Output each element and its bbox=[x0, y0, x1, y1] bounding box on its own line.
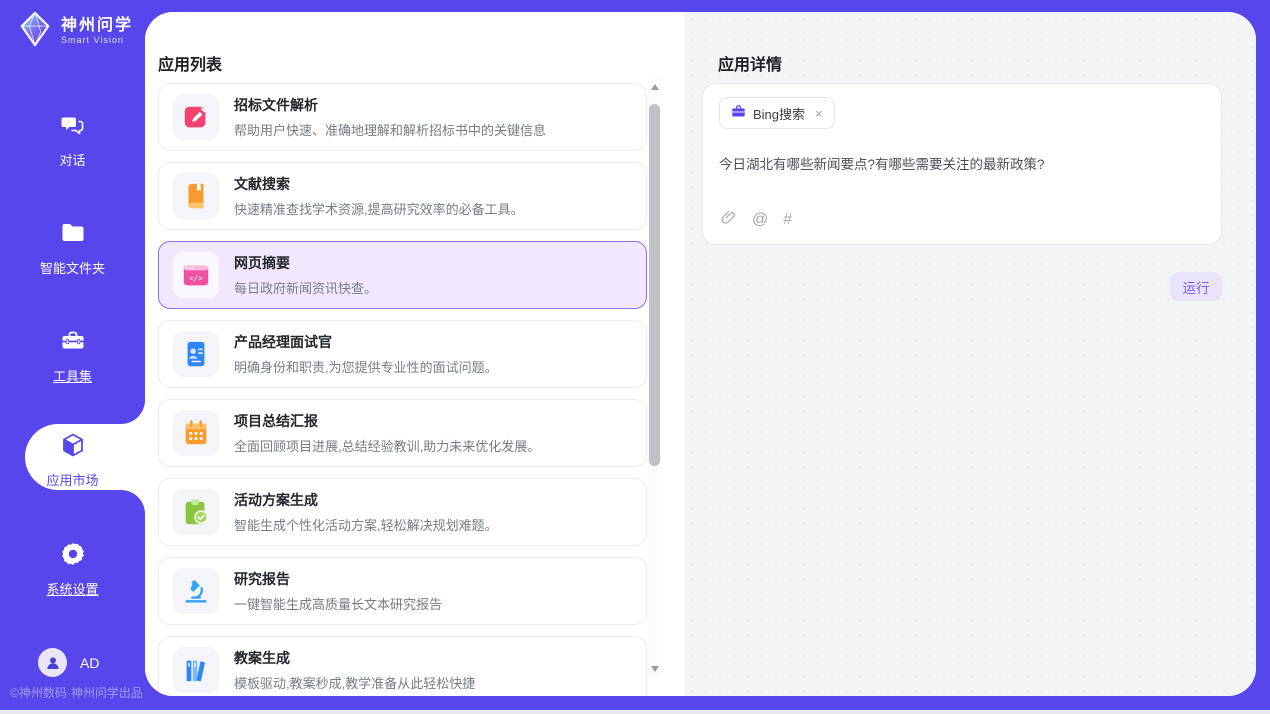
scrollbar[interactable] bbox=[648, 78, 661, 678]
app-card-desc: 每日政府新闻资讯快查。 bbox=[234, 278, 377, 297]
tool-tag-bing-search[interactable]: Bing搜索 × bbox=[719, 97, 835, 129]
browser-code-icon: </> bbox=[173, 252, 219, 298]
books-icon bbox=[173, 647, 219, 693]
main-panel: 应用列表 招标文件解析帮助用户快速、准确地理解和解析招标书中的关键信息文献搜索快… bbox=[145, 12, 1256, 696]
hash-icon[interactable]: # bbox=[783, 212, 792, 228]
prompt-card: Bing搜索 × 今日湖北有哪些新闻要点?有哪些需要关注的最新政策? @ # bbox=[702, 83, 1222, 245]
mention-icon[interactable]: @ bbox=[752, 212, 768, 228]
sidebar-item-app-market[interactable]: 应用市场 bbox=[0, 432, 145, 489]
sidebar-item-smart-folders[interactable]: 智能文件夹 bbox=[0, 220, 145, 277]
app-card-lesson-plan[interactable]: 教案生成模板驱动,教案秒成,教学准备从此轻松快捷 bbox=[158, 636, 647, 696]
diamond-logo-icon bbox=[16, 10, 54, 53]
resume-person-icon bbox=[173, 331, 219, 377]
app-card-desc: 智能生成个性化活动方案,轻松解决规划难题。 bbox=[234, 515, 498, 534]
cube-icon bbox=[60, 432, 86, 463]
scroll-up-arrow-icon[interactable] bbox=[648, 80, 661, 94]
sidebar-item-label: 对话 bbox=[59, 150, 85, 169]
folder-icon bbox=[60, 220, 86, 251]
user-label: AD bbox=[80, 655, 99, 671]
bid-document-edit-icon bbox=[173, 94, 219, 140]
app-card-pm-interviewer[interactable]: 产品经理面试官明确身份和职责,为您提供专业性的面试问题。 bbox=[158, 320, 647, 388]
sidebar-item-chat[interactable]: 对话 bbox=[0, 112, 145, 169]
bottom-strip bbox=[0, 710, 1270, 714]
app-card-title: 网页摘要 bbox=[234, 253, 377, 273]
input-toolbar: @ # bbox=[720, 209, 792, 231]
brand-subtitle: Smart Vision bbox=[61, 36, 133, 46]
chat-icon bbox=[60, 112, 86, 143]
app-card-project-report[interactable]: 项目总结汇报全面回顾项目进展,总结经验教训,助力未来优化发展。 bbox=[158, 399, 647, 467]
sidebar-item-label: 系统设置 bbox=[46, 579, 98, 598]
scrollbar-thumb[interactable] bbox=[649, 104, 660, 466]
scroll-down-arrow-icon[interactable] bbox=[648, 662, 661, 676]
app-card-desc: 模板驱动,教案秒成,教学准备从此轻松快捷 bbox=[234, 673, 475, 692]
tool-tag-label: Bing搜索 bbox=[753, 104, 805, 123]
sidebar-item-label: 应用市场 bbox=[46, 470, 98, 489]
sidebar-item-label: 工具集 bbox=[53, 366, 92, 385]
run-button[interactable]: 运行 bbox=[1170, 272, 1222, 301]
app-card-desc: 全面回顾项目进展,总结经验教训,助力未来优化发展。 bbox=[234, 436, 540, 455]
app-card-title: 活动方案生成 bbox=[234, 490, 498, 510]
clipboard-check-icon bbox=[173, 489, 219, 535]
app-card-title: 教案生成 bbox=[234, 648, 475, 668]
app-card-desc: 快速精准查找学术资源,提高研究效率的必备工具。 bbox=[234, 199, 524, 218]
sidebar-footer: ©神州数码·神州问学出品 bbox=[10, 684, 143, 701]
app-card-bid-parse[interactable]: 招标文件解析帮助用户快速、准确地理解和解析招标书中的关键信息 bbox=[158, 83, 647, 151]
app-list-title: 应用列表 bbox=[158, 51, 222, 75]
tag-close-icon[interactable]: × bbox=[815, 106, 823, 121]
book-icon bbox=[173, 173, 219, 219]
user-avatar-icon bbox=[38, 648, 67, 677]
app-card-web-summary[interactable]: </> 网页摘要每日政府新闻资讯快查。 bbox=[158, 241, 647, 309]
app-card-list: 招标文件解析帮助用户快速、准确地理解和解析招标书中的关键信息文献搜索快速精准查找… bbox=[158, 83, 647, 696]
briefcase-icon bbox=[731, 104, 746, 122]
paperclip-icon[interactable] bbox=[720, 209, 737, 231]
app-card-desc: 明确身份和职责,为您提供专业性的面试问题。 bbox=[234, 357, 498, 376]
app-detail-title: 应用详情 bbox=[718, 51, 782, 75]
app-card-desc: 一键智能生成高质量长文本研究报告 bbox=[234, 594, 442, 613]
bubble-notch-bottom bbox=[121, 490, 145, 514]
app-list-pane: 应用列表 招标文件解析帮助用户快速、准确地理解和解析招标书中的关键信息文献搜索快… bbox=[145, 12, 685, 696]
app-card-activity-plan[interactable]: 活动方案生成智能生成个性化活动方案,轻松解决规划难题。 bbox=[158, 478, 647, 546]
microscope-icon bbox=[173, 568, 219, 614]
sidebar-item-label: 智能文件夹 bbox=[40, 258, 105, 277]
app-card-literature-search[interactable]: 文献搜索快速精准查找学术资源,提高研究效率的必备工具。 bbox=[158, 162, 647, 230]
bubble-notch-top bbox=[121, 400, 145, 424]
app-frame: { "brand": {"name": "神州问学", "subtitle": … bbox=[0, 0, 1270, 714]
toolbox-icon bbox=[60, 328, 86, 359]
sidebar-item-toolset[interactable]: 工具集 bbox=[0, 328, 145, 385]
query-text[interactable]: 今日湖北有哪些新闻要点?有哪些需要关注的最新政策? bbox=[719, 153, 1205, 173]
app-detail-pane: 应用详情 Bing搜索 × 今日湖北有哪些新闻要点?有哪些需要关注的最新政策? bbox=[685, 12, 1256, 696]
app-card-desc: 帮助用户快速、准确地理解和解析招标书中的关键信息 bbox=[234, 120, 546, 139]
gear-icon bbox=[60, 541, 86, 572]
brand-name: 神州问学 bbox=[61, 17, 133, 35]
calendar-icon bbox=[173, 410, 219, 456]
sidebar: 神州问学 Smart Vision 对话智能文件夹工具集应用市场系统设置 AD … bbox=[0, 0, 145, 714]
user-row[interactable]: AD bbox=[38, 648, 99, 677]
app-card-research-report[interactable]: 研究报告一键智能生成高质量长文本研究报告 bbox=[158, 557, 647, 625]
app-card-title: 项目总结汇报 bbox=[234, 411, 540, 431]
app-card-title: 文献搜索 bbox=[234, 174, 524, 194]
sidebar-item-system-settings[interactable]: 系统设置 bbox=[0, 541, 145, 598]
svg-text:</>: </> bbox=[189, 274, 203, 283]
app-card-title: 研究报告 bbox=[234, 569, 442, 589]
app-card-title: 招标文件解析 bbox=[234, 95, 546, 115]
app-card-title: 产品经理面试官 bbox=[234, 332, 498, 352]
brand-logo: 神州问学 Smart Vision bbox=[16, 10, 133, 53]
